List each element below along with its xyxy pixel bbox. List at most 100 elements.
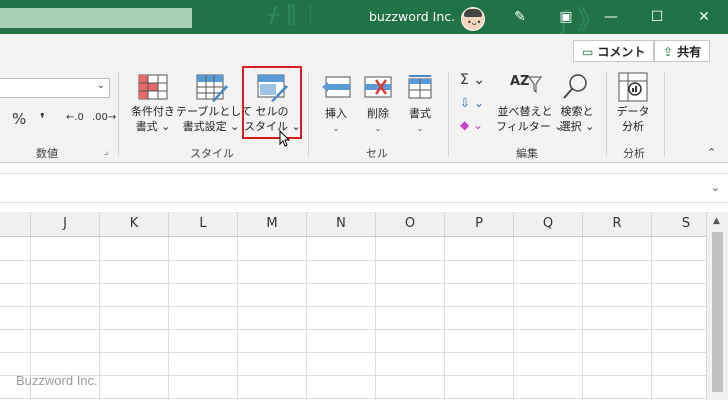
avatar-hair [464,9,482,17]
title-search-box[interactable] [0,8,192,28]
column-header[interactable]: J [31,212,100,236]
chevron-down-icon: ⌄ [416,124,424,133]
chevron-down-icon: ⌄ [96,80,105,91]
format-label: 書式 [409,107,431,120]
collapse-ribbon-icon[interactable]: ⌃ [707,146,716,159]
comment-icon: ▭ [582,45,594,59]
ribbon: ⌄ % ❜ ←.0 .00→ 数値 ⌟ 条件付き 書式 ⌄ テーブルとして 書式… [0,66,728,163]
share-button[interactable]: ⇪ 共有 [654,40,711,62]
column-header[interactable]: P [445,212,514,236]
number-dialog-launcher-icon[interactable]: ⌟ [104,147,108,157]
conditional-formatting-button[interactable]: 条件付き 書式 ⌄ [126,104,180,134]
format-button[interactable]: 書式 ⌄ [402,106,438,136]
conditional-formatting-label-2: 書式 ⌄ [135,120,171,133]
column-header[interactable]: M [238,212,307,236]
conditional-formatting-icon [138,74,168,100]
magnifier-icon [563,74,587,99]
find-select-button[interactable]: 検索と 選択 ⌄ [556,104,598,134]
comment-button[interactable]: ▭ コメント [573,40,655,62]
fill-icon[interactable]: ⇩ ⌄ [460,96,484,110]
group-separator [308,72,309,156]
grid-row-line [0,375,706,376]
analyze-data-label-1: データ [616,105,650,118]
watermark: Buzzword Inc. [16,373,98,388]
comma-style-button[interactable]: ❜ [40,110,45,128]
analysis-group-label: 分析 [623,147,645,160]
format-as-table-icon [196,74,228,102]
column-header[interactable]: R [583,212,652,236]
insert-button[interactable]: 挿入 ⌄ [318,106,354,136]
share-label: 共有 [677,45,702,59]
title-bar: ᚋ ǁ ᛁ buzzword Inc. •ᴗ• ✎ ʃ 》 ▣ — ☐ ✕ [0,0,728,36]
avatar[interactable]: •ᴗ• [461,7,485,31]
maximize-icon[interactable]: ☐ [647,8,667,26]
find-select-label-1: 検索と [560,105,594,118]
group-separator [118,72,119,156]
chevron-down-icon: ⌄ [332,124,340,133]
comment-label: コメント [597,45,646,59]
analyze-data-label-2: 分析 [622,120,644,133]
clear-icon[interactable]: ◆ ⌄ [460,118,483,132]
grid-row-line [0,398,706,399]
group-separator [448,72,449,156]
grid-row-line [0,306,706,307]
column-header-partial[interactable] [0,212,31,236]
cell-grid[interactable] [0,237,721,400]
autosum-icon[interactable]: Σ ⌄ [460,72,485,88]
column-header[interactable]: N [307,212,376,236]
decrease-decimal-button[interactable]: .00→ [92,112,116,123]
grid-row-line [0,329,706,330]
vertical-scrollbar[interactable]: ▲ [706,212,728,400]
group-separator [664,72,665,156]
pen-icon[interactable]: ✎ [510,8,530,26]
cells-group-label: セル [366,147,388,160]
grid-row-line [0,283,706,284]
format-as-table-label-1: テーブルとして [176,105,253,118]
minimize-icon[interactable]: — [601,8,621,26]
scrollbar-thumb[interactable] [712,232,723,392]
scroll-up-icon[interactable]: ▲ [713,216,720,226]
share-icon: ⇪ [663,45,674,59]
sort-filter-button[interactable]: 並べ替えと フィルター ⌄ [496,104,564,134]
grid-row-line [0,260,706,261]
format-as-table-button[interactable]: テーブルとして 書式設定 ⌄ [176,104,253,134]
analyze-data-button[interactable]: データ 分析 [612,104,654,134]
funnel-icon [528,76,542,94]
insert-label: 挿入 [325,107,347,120]
column-header[interactable]: Q [514,212,583,236]
comment-share-row: ▭ コメント ⇪ 共有 [0,34,728,66]
editing-group-label: 編集 [516,147,538,160]
sort-filter-label-1: 並べ替えと [497,105,553,118]
expand-formula-bar-icon[interactable]: ⌄ [711,181,720,194]
close-icon[interactable]: ✕ [694,8,714,26]
delete-cells-icon [364,76,392,98]
ribbon-display-options-icon[interactable]: ▣ [556,8,576,26]
number-format-dropdown[interactable]: ⌄ [0,78,110,98]
number-group-label: 数値 [36,147,58,160]
account-name[interactable]: buzzword Inc. [369,9,455,24]
delete-button[interactable]: 削除 ⌄ [360,106,396,136]
sort-filter-label-2: フィルター ⌄ [496,120,564,133]
delete-label: 削除 [367,107,389,120]
cell-styles-highlight [242,66,302,139]
chevron-down-icon: ⌄ [374,124,382,133]
conditional-formatting-label-1: 条件付き [131,105,175,118]
formula-bar[interactable]: ⌄ [0,173,728,203]
percent-style-button[interactable]: % [12,110,26,128]
mouse-cursor-icon [279,130,291,147]
avatar-face: •ᴗ• [467,18,482,27]
find-select-label-2: 選択 ⌄ [559,120,595,133]
group-separator [606,72,607,156]
column-header[interactable]: K [100,212,169,236]
column-header[interactable]: O [376,212,445,236]
styles-group-label: スタイル [190,147,234,160]
analyze-data-icon [618,72,648,102]
title-decoration-left: ᚋ ǁ ᛁ [268,2,317,27]
increase-decimal-button[interactable]: ←.0 [66,112,84,123]
grid-row-line [0,352,706,353]
column-header[interactable]: L [169,212,238,236]
sort-filter-icon: AZ [510,74,530,89]
format-as-table-label-2: 書式設定 ⌄ [182,120,240,133]
format-cells-icon [408,75,432,99]
column-headers: JKLMNOPQRS [0,212,721,237]
